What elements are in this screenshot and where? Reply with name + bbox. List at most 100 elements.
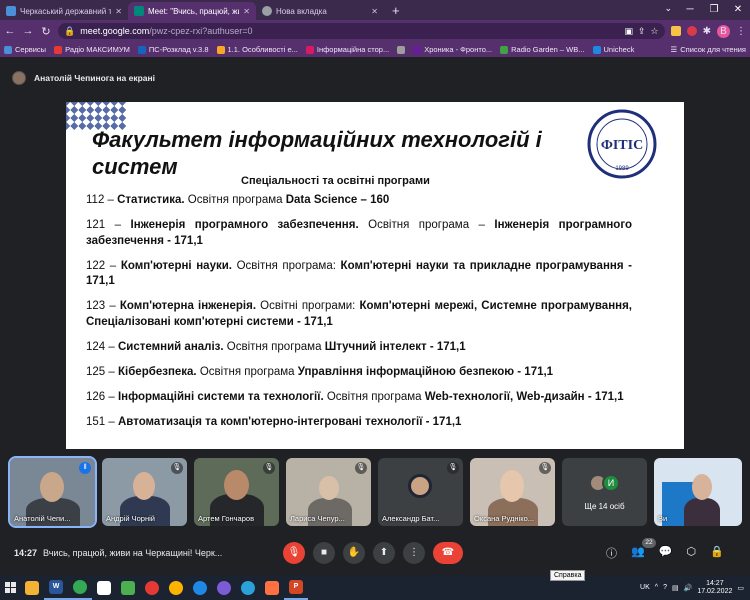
participant-tile[interactable]: 🎙 Александр Бат... [378,458,463,526]
faculty-logo-icon: ФІТІС 1989 [587,109,657,179]
radio-garden-icon [500,45,509,54]
participant-tile[interactable]: 🎙 Артем Гончаров [194,458,279,526]
taskbar-app-skype[interactable] [188,575,212,600]
extension-yellow-icon[interactable] [670,26,681,36]
taskbar-app-firefox[interactable] [164,575,188,600]
participant-face [133,472,155,500]
calculator-icon [121,580,135,595]
participant-tile[interactable]: ⦀ Анатолій Чепи... [8,456,97,528]
windows-start-button[interactable] [0,575,20,600]
bookmark-item[interactable]: Сервисы [4,45,46,54]
call-controls: 🎙 ■ ✋ ⬆ ⋮ ☎ [283,542,463,564]
system-tray: UK ^ ? ▤ 🔊 14:27 17.02.2022 ▭ [640,580,750,596]
volume-icon[interactable]: 🔊 [684,584,693,592]
taskbar-app-explorer[interactable] [20,575,44,600]
share-icon[interactable]: ⇪ [638,26,646,37]
participant-avatar [408,474,432,498]
close-tab-icon[interactable]: ✕ [243,7,250,16]
taskbar-app-telegram[interactable] [236,575,260,600]
close-tab-icon[interactable]: ✕ [115,7,122,16]
apps-grid-icon [4,45,12,54]
telegram-icon [241,580,255,595]
participant-face [40,472,64,502]
people-count-badge: 22 [642,538,656,548]
tray-chevron-icon[interactable]: ^ [655,584,658,591]
meeting-side-controls: ⓘ 👥 22 💬 ⬡ 🔒 [606,538,724,561]
more-participants-tile[interactable]: И Ще 14 осіб [562,458,647,526]
more-options-button[interactable]: ⋮ [403,542,425,564]
close-tab-icon[interactable]: ✕ [371,7,378,16]
self-view-tile[interactable]: Ви [654,458,742,526]
maximize-icon[interactable]: ❐ [702,0,726,20]
close-window-icon[interactable]: ✕ [726,0,750,20]
taskbar-clock[interactable]: 14:27 17.02.2022 [697,580,732,596]
lock-icon[interactable]: 🔒 [64,26,75,37]
people-icon[interactable]: 👥 [631,545,645,561]
taskbar-app-calculator[interactable] [116,575,140,600]
tab-search-icon[interactable]: ⌄ [664,3,672,14]
host-controls-icon[interactable]: 🔒 [710,545,724,561]
tab-title: Черкаський державний технол [20,6,112,16]
help-icon[interactable]: ? [663,584,667,591]
participant-tile[interactable]: 🎙 Лариса Чепур... [286,458,371,526]
taskbar-app-powerpoint[interactable]: P [284,575,308,600]
taskbar-app-media[interactable] [260,575,284,600]
bookmark-item[interactable]: Unicheck [592,45,634,54]
camera-indicator-icon[interactable]: ▣ [624,26,633,37]
clock-date: 17.02.2022 [697,587,733,595]
network-icon[interactable]: ▤ [672,584,679,592]
presenter-avatar [12,71,26,85]
participant-tile[interactable]: 🎙 Андрій Чорній [102,458,187,526]
reading-list-icon: ☰ [670,45,678,54]
present-screen-button[interactable]: ⬆ [373,542,395,564]
reading-list-button[interactable]: ☰ Список для чтения [671,45,747,54]
bookmark-item[interactable]: 1.1. Особливості е... [216,45,298,54]
browser-tab-university[interactable]: Черкаський державний технол ✕ [0,2,128,20]
taskbar-app-chrome[interactable] [68,575,92,600]
back-arrow-icon[interactable]: ← [4,25,16,37]
profile-avatar[interactable]: B [717,24,730,38]
forward-arrow-icon[interactable]: → [22,25,34,37]
schedule-icon [137,45,146,54]
camera-button[interactable]: ■ [313,542,335,564]
clock-time: 14:27 [706,579,724,587]
meeting-controls: 14:27 Вчись, працюй, живи на Черкащині! Ч… [0,535,750,575]
puzzle-icon[interactable]: ✱ [703,26,711,37]
bookmark-item[interactable]: Інформаційна стор... [305,45,390,54]
meeting-details-icon[interactable]: ⓘ [606,545,617,561]
participant-tile[interactable]: 🎙 Оксана Рудніко... [470,458,555,526]
language-indicator[interactable]: UK [640,584,650,591]
taskbar-app-opera[interactable] [140,575,164,600]
bookmark-item[interactable]: ПС-Розклад v.3.8 [137,45,209,54]
browser-tab-new[interactable]: Нова вкладка ✕ [256,2,384,20]
participant-face [224,470,249,500]
chat-icon[interactable]: 💬 [659,545,673,561]
leave-call-button[interactable]: ☎ [433,542,463,564]
document-icon [216,45,225,54]
bookmark-item[interactable]: Хроника - Фронто... [413,45,492,54]
bookmark-item[interactable]: Radio Garden – WB... [500,45,585,54]
browser-tab-meet[interactable]: Meet: "Вчись, працюй, живи ✕ [128,2,256,20]
taskbar-app-word[interactable]: W [44,575,68,600]
kebab-menu-icon[interactable]: ⋮ [736,26,746,37]
participant-name: Андрій Чорній [106,514,155,523]
bookmark-item[interactable]: Радіо МАКСИМУМ [54,45,130,54]
taskbar-app-viber[interactable] [212,575,236,600]
bookmark-label: Інформаційна стор... [316,45,390,54]
mic-off-button[interactable]: 🎙 [283,542,305,564]
reload-icon[interactable]: ↻ [40,25,52,38]
bookmarks-bar: Сервисы Радіо МАКСИМУМ ПС-Розклад v.3.8 … [0,42,750,57]
minimize-icon[interactable]: ─ [678,0,702,20]
logo-year: 1989 [615,166,629,172]
new-tab-button[interactable]: + [384,2,408,20]
raise-hand-button[interactable]: ✋ [343,542,365,564]
bookmark-star-icon[interactable]: ☆ [651,26,659,37]
bookmark-item[interactable] [397,45,406,54]
mic-muted-icon: 🎙 [539,462,551,474]
skype-icon [193,580,207,595]
address-bar[interactable]: 🔒 meet.google.com/pwz-cpez-rxi?authuser=… [58,23,665,39]
notifications-icon[interactable]: ▭ [737,584,744,592]
activities-icon[interactable]: ⬡ [686,545,696,561]
taskbar-app-notepad[interactable] [92,575,116,600]
extension-red-icon[interactable] [686,26,697,36]
